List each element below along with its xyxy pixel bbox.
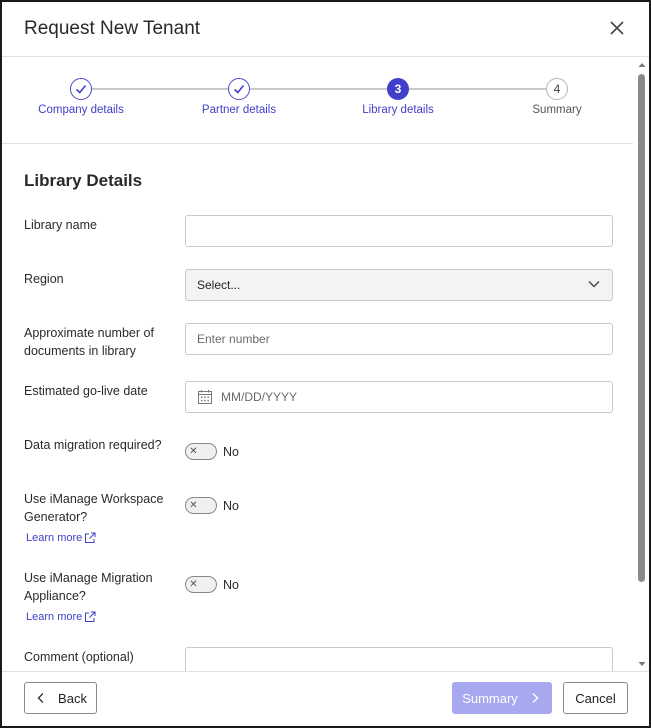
- workspace-generator-learn-more-link[interactable]: Learn more: [26, 532, 96, 544]
- workspace-generator-toggle[interactable]: ✕: [185, 497, 217, 514]
- documents-placeholder: Enter number: [197, 332, 270, 346]
- chevron-down-icon: [587, 277, 601, 294]
- step-label: Summary: [532, 104, 582, 116]
- golive-label: Estimated go-live date: [24, 384, 148, 398]
- migration-appliance-label: Use iManage Migration Appliance?: [24, 571, 153, 603]
- step-number: 3: [387, 78, 409, 100]
- golive-placeholder: MM/DD/YYYY: [221, 390, 298, 404]
- scroll-up-icon[interactable]: [637, 60, 647, 70]
- close-icon: ✕: [189, 579, 198, 590]
- step-library-details[interactable]: 3 Library details: [328, 78, 468, 116]
- request-tenant-dialog: Request New Tenant Company details Partn…: [0, 0, 651, 728]
- workspace-generator-toggle-row: ✕ No: [185, 497, 239, 514]
- library-name-label: Library name: [24, 218, 97, 232]
- migration-appliance-toggle-row: ✕ No: [185, 576, 239, 593]
- scroll-thumb[interactable]: [638, 74, 645, 582]
- migration-toggle-row: ✕ No: [185, 443, 239, 460]
- scroll-down-icon[interactable]: [637, 659, 647, 669]
- region-select[interactable]: Select...: [185, 269, 613, 301]
- step-company-details[interactable]: Company details: [11, 78, 151, 116]
- summary-label: Summary: [462, 690, 518, 706]
- back-label: Back: [58, 690, 87, 706]
- workspace-generator-label: Use iManage Workspace Generator?: [24, 492, 164, 524]
- comment-textarea[interactable]: [185, 647, 613, 671]
- scrollbar[interactable]: [636, 60, 646, 669]
- external-link-icon: [85, 532, 96, 543]
- learn-more-text: Learn more: [26, 532, 83, 544]
- check-icon: [228, 78, 250, 100]
- close-icon: ✕: [189, 446, 198, 457]
- dialog-title: Request New Tenant: [24, 18, 201, 39]
- migration-appliance-toggle[interactable]: ✕: [185, 576, 217, 593]
- learn-more-text: Learn more: [26, 611, 83, 623]
- dialog-header: Request New Tenant: [2, 2, 649, 57]
- comment-label: Comment (optional): [24, 650, 134, 664]
- golive-date-input[interactable]: MM/DD/YYYY: [185, 381, 613, 413]
- documents-input[interactable]: Enter number: [185, 323, 613, 355]
- workspace-generator-toggle-text: No: [223, 498, 239, 513]
- summary-button[interactable]: Summary: [452, 682, 552, 714]
- section-title: Library Details: [24, 171, 143, 190]
- cancel-label: Cancel: [575, 690, 616, 706]
- back-button[interactable]: Back: [24, 682, 97, 714]
- migration-toggle[interactable]: ✕: [185, 443, 217, 460]
- region-value: Select...: [197, 278, 241, 292]
- chevron-right-icon: [532, 693, 539, 703]
- step-number: 4: [546, 78, 568, 100]
- cancel-button[interactable]: Cancel: [563, 682, 628, 714]
- calendar-icon[interactable]: [197, 389, 213, 405]
- check-icon: [70, 78, 92, 100]
- step-label: Library details: [362, 104, 434, 116]
- progress-stepper: Company details Partner details 3 Librar…: [2, 58, 633, 144]
- dialog-body: Company details Partner details 3 Librar…: [2, 58, 633, 671]
- library-name-input[interactable]: [185, 215, 613, 247]
- close-icon[interactable]: [605, 16, 629, 40]
- step-partner-details[interactable]: Partner details: [169, 78, 309, 116]
- step-summary[interactable]: 4 Summary: [487, 78, 627, 116]
- dialog-footer: Back Summary Cancel: [2, 671, 649, 726]
- migration-label: Data migration required?: [24, 438, 162, 452]
- migration-appliance-toggle-text: No: [223, 577, 239, 592]
- close-icon: ✕: [189, 500, 198, 511]
- migration-appliance-learn-more-link[interactable]: Learn more: [26, 611, 96, 623]
- step-label: Partner details: [201, 104, 277, 116]
- step-label: Company details: [38, 104, 124, 116]
- region-label: Region: [24, 272, 64, 286]
- chevron-left-icon: [37, 693, 44, 703]
- migration-toggle-text: No: [223, 444, 239, 459]
- documents-label: Approximate number of documents in libra…: [24, 326, 154, 358]
- external-link-icon: [85, 611, 96, 622]
